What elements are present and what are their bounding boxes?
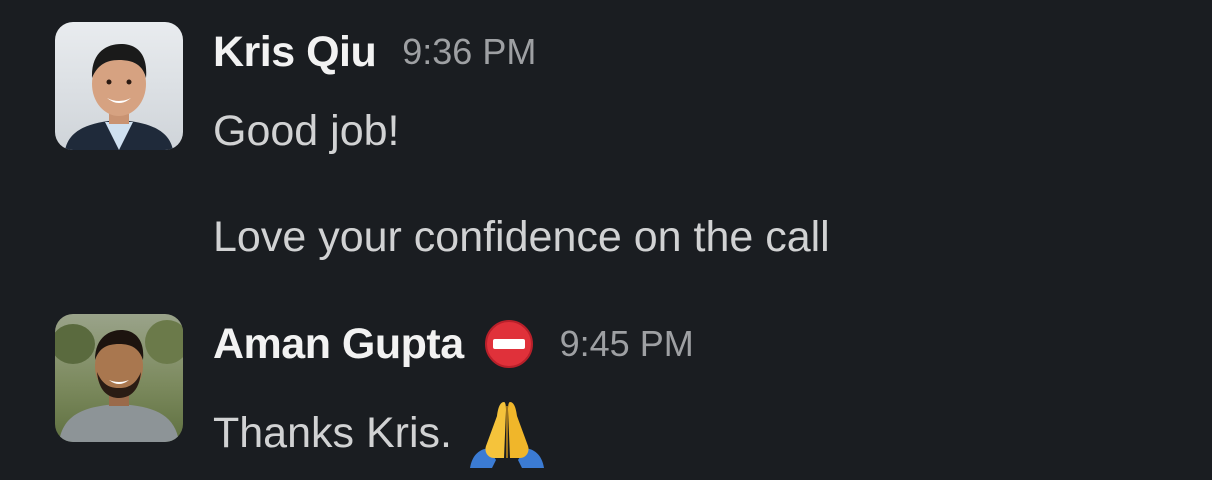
- author-name[interactable]: Aman Gupta: [213, 320, 464, 369]
- message-text: Thanks Kris.: [213, 408, 452, 457]
- no-entry-icon[interactable]: [484, 319, 534, 369]
- message-text: Love your confidence on the call: [213, 213, 830, 261]
- avatar-kris-qiu[interactable]: [55, 22, 183, 150]
- message-thread: Kris Qiu 9:36 PM Good job! Love your con…: [0, 0, 1212, 480]
- timestamp[interactable]: 9:45 PM: [560, 323, 694, 365]
- author-name[interactable]: Kris Qiu: [213, 28, 377, 77]
- avatar-photo-icon: [55, 22, 183, 150]
- message-header: Aman Gupta 9:45 PM: [213, 314, 694, 374]
- message-text-row: Thanks Kris.: [213, 398, 550, 468]
- avatar-aman-gupta[interactable]: [55, 314, 183, 442]
- message-header: Kris Qiu 9:36 PM: [213, 24, 536, 80]
- timestamp[interactable]: 9:36 PM: [402, 31, 536, 73]
- folded-hands-icon: [464, 398, 550, 468]
- avatar-photo-icon: [55, 314, 183, 442]
- message-text: Good job!: [213, 107, 400, 155]
